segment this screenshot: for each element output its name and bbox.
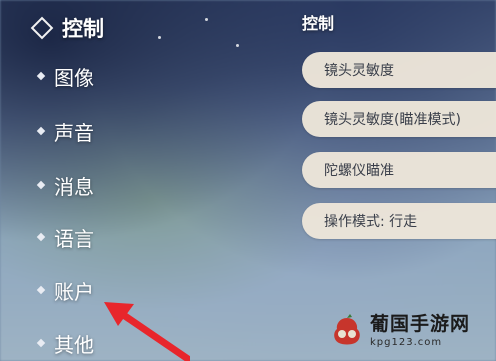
setting-label: 陀螺仪瞄准 [324,163,394,179]
bullet-icon [36,338,46,348]
nav-item-sound[interactable]: 声音 [36,114,94,148]
section-title: 控制 [302,14,335,33]
nav-item-label: 账户 [54,279,94,304]
nav-item-language[interactable]: 语言 [36,220,94,254]
bullet-icon [36,232,46,242]
nav-item-messages[interactable]: 消息 [36,168,94,202]
setting-label: 操作模式: 行走 [324,214,418,230]
nav-title-label: 控制 [62,17,104,41]
nav-item-image[interactable]: 图像 [36,59,94,93]
watermark: 葡国手游网 kpg123.com [330,309,486,353]
nav-item-account[interactable]: 账户 [36,273,94,307]
red-arrow-icon [104,302,190,361]
nav-item-label: 其他 [54,332,94,357]
setting-label: 镜头灵敏度 [324,63,394,79]
watermark-title: 葡国手游网 [370,312,471,335]
sparkle [205,18,208,21]
nav-category-title[interactable]: 控制 [30,10,104,46]
nav-item-label: 消息 [54,174,94,199]
setting-camera-sensitivity[interactable]: 镜头灵敏度 [302,52,496,88]
bullet-icon [36,71,46,81]
setting-label: 镜头灵敏度(瞄准模式) [324,112,461,128]
sparkle [236,44,239,47]
nav-item-label: 图像 [54,65,94,90]
bullet-icon [36,126,46,136]
diamond-icon [30,16,54,40]
bullet-icon [36,180,46,190]
nav-item-label: 声音 [54,120,94,145]
nav-item-label: 语言 [54,226,94,251]
bullet-icon [36,285,46,295]
watermark-url: kpg123.com [370,336,443,348]
sparkle [158,36,161,39]
setting-control-mode[interactable]: 操作模式: 行走 [302,203,496,239]
watermark-logo-icon [334,314,360,345]
setting-camera-sensitivity-aim[interactable]: 镜头灵敏度(瞄准模式) [302,101,496,137]
nav-item-other[interactable]: 其他 [36,326,94,360]
setting-gyro-aim[interactable]: 陀螺仪瞄准 [302,152,496,188]
